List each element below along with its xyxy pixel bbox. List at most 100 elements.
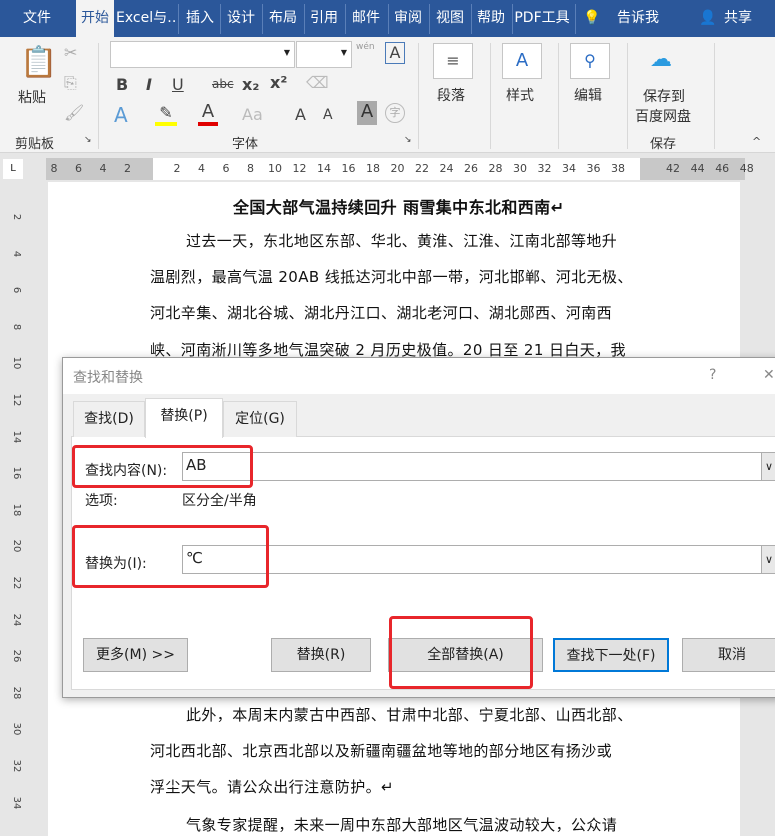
vertical-ruler[interactable]: 2 4 6 8 10 12 14 16 18 20 22 24 26 28 30 32 34 bbox=[0, 182, 30, 836]
baidu-netdisk-icon: ☁ bbox=[650, 47, 672, 72]
replace-dropdown-icon[interactable]: ∨ bbox=[761, 545, 775, 574]
cancel-button[interactable]: 取消 bbox=[682, 638, 775, 672]
tab-layout[interactable]: 布局 bbox=[263, 0, 303, 37]
vertical-ruler-number: 26 bbox=[11, 649, 22, 663]
format-painter-icon[interactable]: 🖌 bbox=[64, 103, 84, 122]
ruler-number: 10 bbox=[268, 162, 282, 175]
tab-references[interactable]: 引用 bbox=[304, 0, 344, 37]
ribbon: 📋 粘贴 ✂ ⎘ 🖌 剪贴板 ↘ ▼ ▼ wén A B I U abc x₂ … bbox=[0, 37, 775, 153]
share-button[interactable]: 共享 bbox=[718, 0, 758, 37]
more-button[interactable]: 更多(M) >> bbox=[83, 638, 188, 672]
paste-icon: 📋 bbox=[20, 45, 58, 80]
copy-icon[interactable]: ⎘ bbox=[64, 73, 77, 93]
styles-button[interactable]: 样式 bbox=[506, 85, 534, 105]
options-value: 区分全/半角 bbox=[182, 493, 257, 509]
ruler-number: 34 bbox=[562, 162, 576, 175]
ruler-number: 20 bbox=[390, 162, 405, 175]
underline-button[interactable]: U bbox=[172, 75, 184, 94]
ruler-number: 8 bbox=[50, 162, 58, 175]
tab-design[interactable]: 设计 bbox=[221, 0, 261, 37]
replace-button[interactable]: 替换(R) bbox=[271, 638, 371, 672]
phonetic-guide-icon[interactable]: wén bbox=[356, 42, 375, 52]
ribbon-tab-bar: 文件 开始 Excel与… 插入 设计 布局 引用 邮件 审阅 视图 帮助 PD… bbox=[0, 0, 775, 37]
doc-line: 温剧烈，最高气温 20AB 线抵达河北中部一带，河北邯郸、河北无极、 bbox=[150, 268, 633, 286]
superscript-button[interactable]: x² bbox=[270, 73, 287, 92]
tab-insert[interactable]: 插入 bbox=[180, 0, 220, 37]
styles-icon[interactable]: A bbox=[502, 43, 542, 79]
ruler-number: 8 bbox=[247, 162, 254, 175]
paste-button[interactable]: 粘贴 bbox=[18, 87, 46, 107]
editing-button[interactable]: 编辑 bbox=[574, 85, 602, 105]
ruler-number: 6 bbox=[75, 162, 82, 175]
tab-goto[interactable]: 定位(G) bbox=[223, 401, 297, 437]
text-effects-icon[interactable]: A bbox=[114, 103, 128, 127]
options-label: 选项: bbox=[85, 493, 118, 509]
doc-line: 浮尘天气。请公众出行注意防护。↵ bbox=[150, 778, 394, 796]
ruler-number: 30 bbox=[513, 162, 527, 175]
bold-button[interactable]: B bbox=[116, 75, 128, 94]
ruler-number: 24 bbox=[439, 162, 454, 175]
character-border-icon[interactable]: A bbox=[385, 42, 405, 64]
tab-replace[interactable]: 替换(P) bbox=[145, 398, 223, 438]
ruler-number: 14 bbox=[317, 162, 331, 175]
tab-home[interactable]: 开始 bbox=[76, 0, 114, 37]
vertical-ruler-number: 2 bbox=[11, 213, 22, 221]
clipboard-group-label: 剪贴板 bbox=[15, 137, 55, 152]
highlight-color-icon[interactable]: ✎ bbox=[155, 103, 177, 126]
replace-input[interactable]: ℃ bbox=[182, 545, 762, 574]
dialog-title-bar[interactable]: 查找和替换 ? ✕ bbox=[63, 358, 775, 394]
tab-file[interactable]: 文件 bbox=[0, 0, 74, 37]
ruler-number: 16 bbox=[341, 162, 356, 175]
dialog-title: 查找和替换 bbox=[73, 370, 143, 386]
tab-mailings[interactable]: 邮件 bbox=[345, 0, 387, 37]
font-group-label: 字体 bbox=[232, 137, 259, 152]
save-to-label[interactable]: 保存到 bbox=[643, 86, 685, 106]
ruler-number: 12 bbox=[292, 162, 307, 175]
help-button[interactable]: ? bbox=[709, 367, 716, 383]
tab-stop-selector[interactable]: L bbox=[3, 159, 23, 179]
font-color-button[interactable]: A bbox=[198, 101, 218, 126]
collapse-ribbon-icon[interactable]: ^ bbox=[752, 135, 761, 148]
baidu-netdisk-label[interactable]: 百度网盘 bbox=[635, 106, 691, 126]
grow-font-button[interactable]: A bbox=[295, 105, 306, 124]
tab-view[interactable]: 视图 bbox=[429, 0, 471, 37]
enclose-characters-icon[interactable]: 字 bbox=[385, 103, 405, 123]
character-shading-icon[interactable]: A bbox=[357, 101, 377, 125]
horizontal-ruler[interactable]: L 8 6 4 2 2 4 6 8 10 12 14 16 18 20 22 24 26 28 30 32 34 36 38… bbox=[0, 156, 775, 182]
strikethrough-button[interactable]: abc bbox=[212, 77, 234, 91]
italic-button[interactable]: I bbox=[146, 75, 152, 94]
ruler-number: 22 bbox=[415, 162, 429, 175]
paragraph-icon[interactable]: ≡ bbox=[433, 43, 473, 79]
find-dropdown-icon[interactable]: ∨ bbox=[761, 452, 775, 481]
tab-find[interactable]: 查找(D) bbox=[73, 401, 145, 437]
font-size-select[interactable]: ▼ bbox=[296, 41, 352, 68]
tab-help[interactable]: 帮助 bbox=[471, 0, 511, 37]
tab-excel[interactable]: Excel与… bbox=[116, 0, 176, 37]
tab-pdf[interactable]: PDF工具 bbox=[512, 0, 572, 37]
font-name-select[interactable]: ▼ bbox=[110, 41, 295, 68]
vertical-ruler-number: 12 bbox=[11, 393, 22, 407]
find-next-button[interactable]: 查找下一处(F) bbox=[553, 638, 669, 672]
change-case-button[interactable]: Aa bbox=[242, 105, 263, 124]
shrink-font-button[interactable]: A bbox=[323, 107, 333, 123]
font-dialog-launcher-icon[interactable]: ↘ bbox=[404, 135, 412, 145]
vertical-ruler-number: 14 bbox=[11, 430, 22, 443]
vertical-ruler-number: 8 bbox=[11, 323, 22, 330]
ruler-number: 6 bbox=[222, 162, 230, 175]
tell-me-button[interactable]: 告诉我 bbox=[610, 0, 666, 37]
subscript-button[interactable]: x₂ bbox=[242, 75, 259, 94]
doc-line: 过去一天，东北地区东部、华北、黄淮、江淮、江南北部等地升 bbox=[186, 232, 618, 250]
cut-icon[interactable]: ✂ bbox=[64, 43, 77, 62]
find-input[interactable]: AB bbox=[182, 452, 762, 481]
ruler-number: 28 bbox=[488, 162, 503, 175]
search-icon[interactable]: ⚲ bbox=[570, 43, 610, 79]
vertical-ruler-number: 34 bbox=[11, 796, 22, 809]
close-button[interactable]: ✕ bbox=[763, 367, 775, 383]
ruler-number: 26 bbox=[464, 162, 478, 175]
vertical-ruler-number: 16 bbox=[11, 466, 22, 480]
paragraph-button[interactable]: 段落 bbox=[437, 85, 465, 105]
ruler-number: 36 bbox=[586, 162, 601, 175]
tab-review[interactable]: 审阅 bbox=[388, 0, 428, 37]
dialog-launcher-icon[interactable]: ↘ bbox=[84, 135, 92, 145]
clear-formatting-icon[interactable]: ⌫ bbox=[306, 73, 329, 92]
